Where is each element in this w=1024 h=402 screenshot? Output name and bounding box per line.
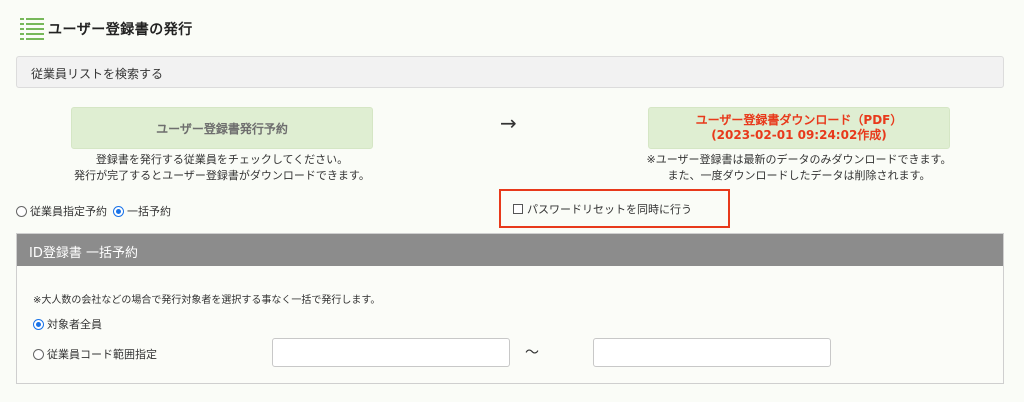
password-reset-checkbox[interactable] xyxy=(513,203,523,214)
range-from-input[interactable] xyxy=(272,338,510,367)
radio-all-targets-label[interactable]: 対象者全員 xyxy=(47,316,102,332)
password-reset-label[interactable]: パスワードリセットを同時に行う xyxy=(527,201,692,217)
download-created-timestamp: (2023-02-01 09:24:02作成) xyxy=(711,128,887,142)
radio-bulk[interactable] xyxy=(113,205,124,217)
employee-search-toggle[interactable]: 従業員リストを検索する xyxy=(16,56,1004,88)
radio-employee-specified-label[interactable]: 従業員指定予約 xyxy=(30,203,107,219)
range-to-input[interactable] xyxy=(593,338,831,367)
arrow-right-icon: → xyxy=(500,111,517,135)
bulk-panel-note: ※大人数の会社などの場合で発行対象者を選択する事なく一括で発行します。 xyxy=(33,295,381,306)
download-note: ※ユーザー登録書は最新のデータのみダウンロードできます。 また、一度ダウンロード… xyxy=(646,153,952,182)
radio-employee-specified[interactable] xyxy=(16,205,27,217)
option-range-row: 従業員コード範囲指定 xyxy=(33,346,157,362)
reserve-note: 登録書を発行する従業員をチェックしてください。 発行が完了するとユーザー登録書が… xyxy=(74,153,370,182)
reservation-mode-group: 従業員指定予約 一括予約 xyxy=(16,203,177,219)
reserve-issue-button[interactable]: ユーザー登録書発行予約 xyxy=(71,107,373,149)
range-separator: 〜 xyxy=(525,345,539,361)
option-all-row: 対象者全員 xyxy=(33,316,102,332)
radio-code-range[interactable] xyxy=(33,348,44,360)
download-pdf-button[interactable]: ユーザー登録書ダウンロード（PDF） (2023-02-01 09:24:02作… xyxy=(648,107,950,149)
radio-bulk-label[interactable]: 一括予約 xyxy=(127,203,171,219)
bulk-panel-title: ID登録書 一括予約 xyxy=(17,234,1003,266)
radio-code-range-label[interactable]: 従業員コード範囲指定 xyxy=(47,346,157,362)
page-header: ユーザー登録書の発行 xyxy=(20,16,193,42)
radio-all-targets[interactable] xyxy=(33,318,44,330)
list-icon xyxy=(20,16,44,42)
reserve-issue-label: ユーザー登録書発行予約 xyxy=(156,121,288,136)
page-title: ユーザー登録書の発行 xyxy=(48,22,193,38)
bulk-reservation-panel: ID登録書 一括予約 ※大人数の会社などの場合で発行対象者を選択する事なく一括で… xyxy=(16,233,1004,384)
download-pdf-label: ユーザー登録書ダウンロード（PDF） xyxy=(695,113,903,127)
password-reset-option: パスワードリセットを同時に行う xyxy=(499,189,730,228)
